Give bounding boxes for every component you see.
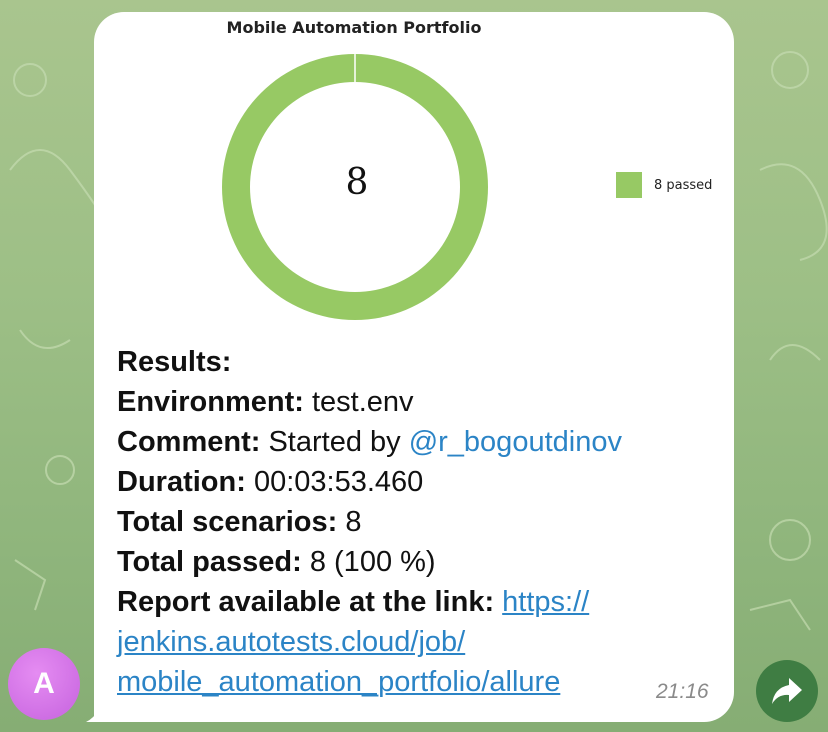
- report-link-part3[interactable]: mobile_automation_portfolio/allure: [117, 666, 560, 698]
- message-text: Results: Environment: test.env Comment: …: [117, 342, 677, 702]
- report-link-part2[interactable]: jenkins.autotests.cloud/job/: [117, 626, 465, 658]
- message-timestamp: 21:16: [656, 680, 709, 703]
- report-link-part1[interactable]: https://: [502, 586, 589, 618]
- total-passed-value: 8 (100 %): [309, 546, 436, 578]
- report-label: Report available at the link:: [117, 586, 495, 618]
- avatar-initial: A: [33, 667, 55, 700]
- duration-value: 00:03:53.460: [253, 466, 424, 498]
- share-icon: [772, 678, 802, 704]
- chart-center-total: 8: [345, 162, 369, 203]
- user-mention-link[interactable]: @r_bogoutdinov: [409, 426, 622, 458]
- legend-swatch: [616, 172, 642, 198]
- share-button[interactable]: [756, 660, 818, 722]
- comment-label: Comment:: [117, 426, 261, 458]
- legend-label: 8 passed: [654, 177, 713, 193]
- total-scenarios-value: 8: [345, 506, 362, 538]
- results-label: Results:: [117, 346, 232, 378]
- environment-label: Environment:: [117, 386, 304, 418]
- comment-prefix: Started by: [268, 426, 401, 458]
- environment-value: test.env: [311, 386, 414, 418]
- duration-label: Duration:: [117, 466, 246, 498]
- total-passed-label: Total passed:: [117, 546, 302, 578]
- message-bubble[interactable]: Mobile Automation Portfolio 8 8 passed R…: [94, 12, 734, 722]
- sender-avatar[interactable]: A: [8, 648, 80, 720]
- chart-legend: 8 passed: [616, 172, 712, 198]
- total-scenarios-label: Total scenarios:: [117, 506, 338, 538]
